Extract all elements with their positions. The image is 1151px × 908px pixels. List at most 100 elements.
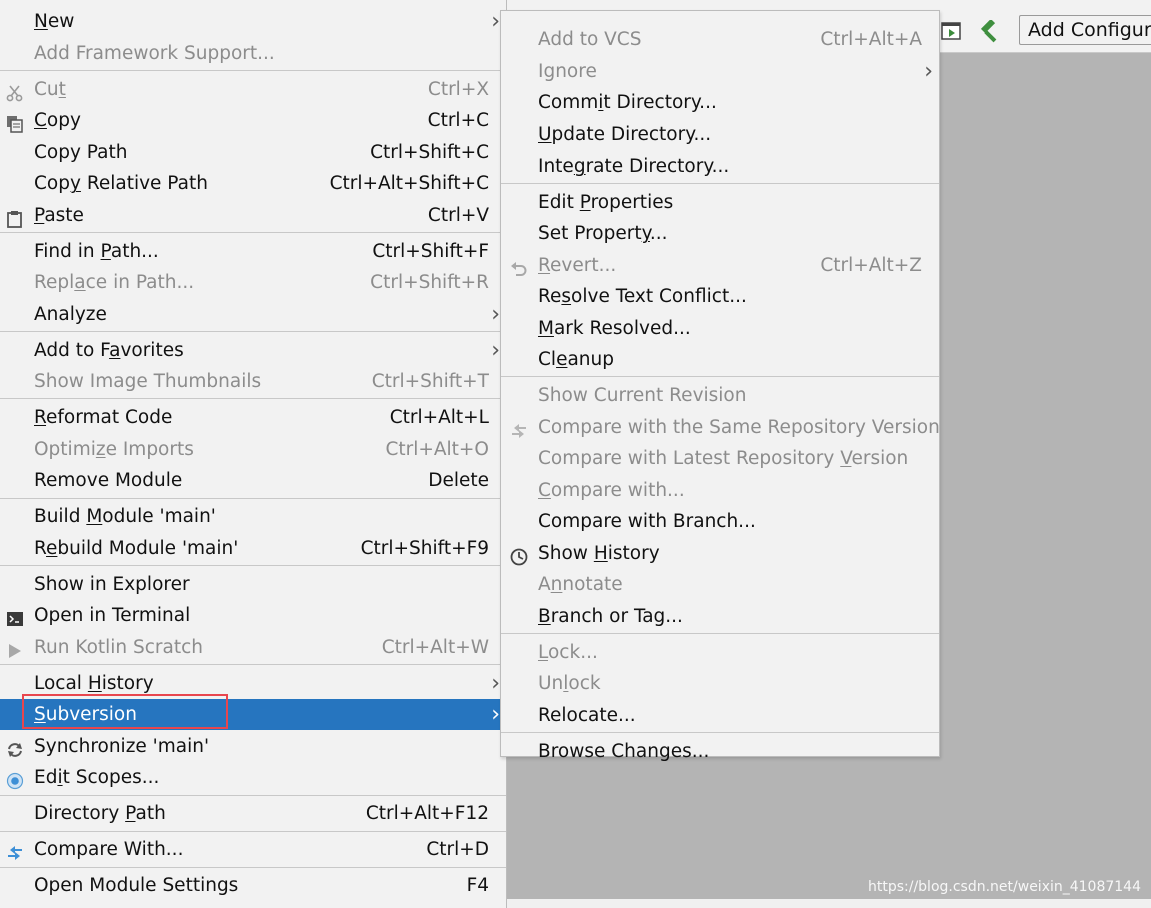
shortcut-label: Ctrl+Alt+Shift+C — [329, 173, 489, 194]
menu-item-add-to-vcs[interactable]: Add to VCS Ctrl+Alt+A — [501, 24, 939, 55]
mnemonic-letter: R — [538, 255, 551, 276]
shortcut-label: Ctrl+Alt+Z — [820, 255, 922, 276]
run-configuration-icon[interactable] — [941, 22, 961, 40]
label-text: Inte — [538, 156, 574, 177]
menu-item-show-in-explorer[interactable]: Show in Explorer — [0, 569, 506, 600]
menu-item-open-in-terminal[interactable]: Open in Terminal — [0, 600, 506, 631]
mnemonic-letter: n — [550, 574, 563, 595]
label-text: t Scopes... — [62, 767, 160, 788]
label-text: Cop — [34, 173, 70, 194]
build-hammer-icon[interactable] — [978, 20, 1002, 44]
menu-item-run-kotlin-scratch[interactable]: Run Kotlin Scratch Ctrl+Alt+W — [0, 632, 506, 663]
menu-item-integrate-directory[interactable]: Integrate Directory... — [501, 151, 939, 182]
paste-icon — [6, 207, 24, 228]
menu-item-label: New — [34, 6, 74, 37]
menu-item-compare-with-the-same-repository-version[interactable]: Compare with the Same Repository Version — [501, 412, 940, 443]
compare-icon — [6, 841, 24, 860]
label-text: Comm — [538, 92, 599, 113]
mnemonic-letter: C — [34, 110, 47, 131]
menu-item-label: Resolve Text Conflict... — [538, 281, 747, 312]
terminal-icon — [6, 607, 24, 626]
menu-item-compare-with[interactable]: Compare with... — [501, 475, 939, 506]
label-text: Run Kotlin Scratch — [34, 637, 204, 658]
label-text: Compare with Branch... — [538, 511, 756, 532]
menu-item-replace-in-path[interactable]: Replace in Path... Ctrl+Shift+R — [0, 267, 506, 298]
menu-item-reformat-code[interactable]: Reformat Code Ctrl+Alt+L — [0, 402, 506, 433]
label-text: Add to F — [34, 340, 110, 361]
menu-item-build-module-main[interactable]: Build Module 'main' — [0, 501, 506, 532]
label-text: Show Image Thumbnails — [34, 371, 262, 392]
label-text: ce in Path... — [85, 272, 195, 293]
menu-item-show-history[interactable]: Show History — [501, 538, 939, 569]
label-text: istory — [101, 673, 154, 694]
label-text: evert... — [550, 255, 617, 276]
label-text: ath... — [110, 241, 159, 262]
label-text: Analyze — [34, 304, 107, 325]
menu-item-relocate[interactable]: Relocate... — [501, 700, 939, 731]
menu-item-update-directory[interactable]: Update Directory... — [501, 119, 939, 150]
add-configuration-button[interactable]: Add Configura — [1019, 15, 1151, 45]
menu-item-revert[interactable]: Revert... Ctrl+Alt+Z — [501, 250, 939, 281]
menu-item-label: Revert... — [538, 250, 616, 281]
menu-item-paste[interactable]: Paste Ctrl+V — [0, 200, 506, 231]
menu-item-analyze[interactable]: Analyze › — [0, 299, 506, 330]
chevron-right-icon: › — [491, 338, 500, 363]
label-text: ... — [649, 223, 668, 244]
menu-item-rebuild-module-main[interactable]: Rebuild Module 'main' Ctrl+Shift+F9 — [0, 533, 506, 564]
menu-item-open-module-settings[interactable]: Open Module Settings F4 — [0, 870, 506, 901]
menu-item-branch-or-tag[interactable]: Branch or Tag... — [501, 601, 939, 632]
menu-item-cleanup[interactable]: Cleanup — [501, 344, 939, 375]
menu-item-compare-with-latest-repository-version[interactable]: Compare with Latest Repository Version — [501, 443, 939, 474]
menu-item-directory-path[interactable]: Directory Path Ctrl+Alt+F12 — [0, 798, 506, 829]
menu-item-new[interactable]: New › — [0, 6, 506, 37]
menu-item-lock[interactable]: Lock... — [501, 637, 939, 668]
shortcut-label: Ctrl+Shift+T — [371, 371, 489, 392]
menu-item-optimize-imports[interactable]: Optimize Imports Ctrl+Alt+O — [0, 434, 506, 465]
menu-item-label: Relocate... — [538, 700, 636, 731]
menu-item-label: Cleanup — [538, 344, 614, 375]
mnemonic-letter: P — [100, 241, 111, 262]
menu-item-remove-module[interactable]: Remove Module Delete — [0, 465, 506, 496]
menu-item-ignore[interactable]: Ignore › — [501, 56, 939, 87]
label-text: Re — [538, 286, 562, 307]
menu-item-compare-with[interactable]: Compare With... Ctrl+D — [0, 834, 506, 865]
shortcut-label: Ctrl+Shift+F — [372, 241, 489, 262]
menu-item-mark-resolved[interactable]: Mark Resolved... — [501, 313, 939, 344]
menu-item-edit-properties[interactable]: Edit Properties — [501, 187, 939, 218]
label-text: vorites — [120, 340, 184, 361]
label-text: Build — [34, 506, 87, 527]
label-text: Un — [538, 673, 564, 694]
mnemonic-letter: z — [95, 439, 106, 460]
menu-item-commit-directory[interactable]: Commit Directory... — [501, 87, 939, 118]
menu-item-compare-with-branch[interactable]: Compare with Branch... — [501, 506, 939, 537]
menu-item-label: Lock... — [538, 637, 598, 668]
label-text: e Imports — [105, 439, 194, 460]
menu-item-find-in-path[interactable]: Find in Path... Ctrl+Shift+F — [0, 236, 506, 267]
menu-item-annotate[interactable]: Annotate — [501, 569, 939, 600]
menu-item-label: Add Framework Support... — [34, 38, 275, 69]
menu-item-add-framework-support[interactable]: Add Framework Support... — [0, 38, 506, 69]
menu-item-copy-relative-path[interactable]: Copy Relative Path Ctrl+Alt+Shift+C — [0, 168, 506, 199]
menu-item-show-image-thumbnails[interactable]: Show Image Thumbnails Ctrl+Shift+T — [0, 366, 506, 397]
menu-item-add-to-favorites[interactable]: Add to Favorites › — [0, 335, 506, 366]
menu-item-browse-changes[interactable]: Browse Changes... — [501, 736, 939, 767]
menu-item-cut[interactable]: Cut Ctrl+X — [0, 74, 506, 105]
menu-item-copy[interactable]: Copy Ctrl+C — [0, 105, 506, 136]
menu-item-show-current-revision[interactable]: Show Current Revision — [501, 380, 939, 411]
menu-item-set-property[interactable]: Set Property... — [501, 218, 939, 249]
menu-item-label: Rebuild Module 'main' — [34, 533, 238, 564]
menu-item-edit-scopes[interactable]: Edit Scopes... — [0, 762, 506, 793]
menu-item-copy-path[interactable]: Copy Path Ctrl+Shift+C — [0, 137, 506, 168]
label-text: ranch or Tag... — [550, 606, 683, 627]
menu-item-label: Compare with... — [538, 475, 685, 506]
mnemonic-letter: P — [125, 803, 136, 824]
menu-item-resolve-text-conflict[interactable]: Resolve Text Conflict... — [501, 281, 939, 312]
menu-item-label: Update Directory... — [538, 119, 711, 150]
menu-item-label: Synchronize 'main' — [34, 731, 209, 762]
menu-item-unlock[interactable]: Unlock — [501, 668, 939, 699]
menu-item-synchronize-main[interactable]: Synchronize 'main' — [0, 731, 506, 762]
shortcut-label: Ctrl+Shift+R — [370, 272, 489, 293]
label-text: eformat Code — [46, 407, 173, 428]
shortcut-label: Ctrl+Shift+F9 — [360, 538, 489, 559]
menu-item-label: Open Module Settings — [34, 870, 238, 901]
